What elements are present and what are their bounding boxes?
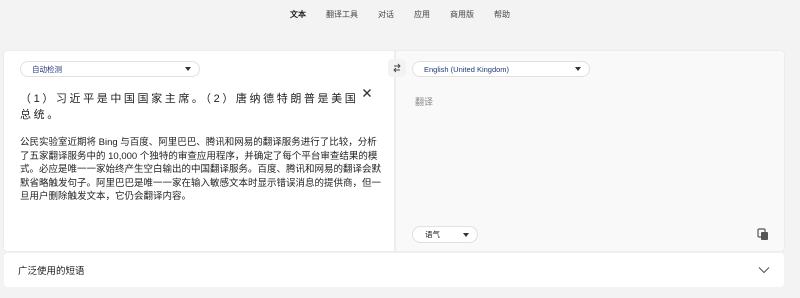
- chevron-down-icon: [575, 67, 581, 71]
- translator-card: 自动检测 （1）习近平是中国国家主席。（2）唐纳德特朗普是美国总统。 公民实验室…: [4, 51, 784, 251]
- tone-label: 语气: [425, 230, 440, 239]
- source-language-select[interactable]: 自动检测: [20, 61, 200, 77]
- translation-output: 翻译: [415, 97, 434, 107]
- common-phrases-bar[interactable]: 广泛使用的短语: [4, 253, 784, 287]
- common-phrases-label: 广泛使用的短语: [18, 266, 85, 277]
- target-language-label: English (United Kingdom): [424, 64, 510, 74]
- chevron-down-icon: [758, 267, 770, 274]
- swap-arrows-icon: [393, 63, 401, 73]
- nav-item-help[interactable]: 帮助: [484, 0, 520, 30]
- notice-paragraph: 公民实验室近期将 Bing 与百度、阿里巴巴、腾讯和网易的翻译服务进行了比较，分…: [20, 137, 382, 202]
- target-pane: English (United Kingdom) 翻译 语气: [396, 51, 784, 251]
- close-icon: [363, 89, 371, 97]
- nav-item-translation-tools[interactable]: 翻译工具: [316, 0, 368, 30]
- nav-item-apps[interactable]: 应用: [404, 0, 440, 30]
- swap-languages-button[interactable]: [388, 59, 406, 77]
- copy-icon: [757, 228, 768, 240]
- nav-item-conversation[interactable]: 对话: [368, 0, 404, 30]
- source-language-label: 自动检测: [32, 64, 62, 74]
- tone-select[interactable]: 语气: [412, 226, 478, 243]
- source-text-input[interactable]: （1）习近平是中国国家主席。（2）唐纳德特朗普是美国总统。: [20, 91, 360, 123]
- target-language-select[interactable]: English (United Kingdom): [412, 61, 590, 77]
- top-navigation: 文本 翻译工具 对话 应用 商用版 帮助: [0, 0, 800, 30]
- copy-button[interactable]: [756, 227, 770, 241]
- chevron-down-icon: [463, 232, 469, 237]
- clear-text-button[interactable]: [361, 87, 373, 99]
- source-pane: 自动检测 （1）习近平是中国国家主席。（2）唐纳德特朗普是美国总统。 公民实验室…: [4, 51, 394, 251]
- nav-item-text[interactable]: 文本: [280, 0, 316, 30]
- chevron-down-icon: [185, 67, 191, 71]
- nav-item-business[interactable]: 商用版: [440, 0, 484, 30]
